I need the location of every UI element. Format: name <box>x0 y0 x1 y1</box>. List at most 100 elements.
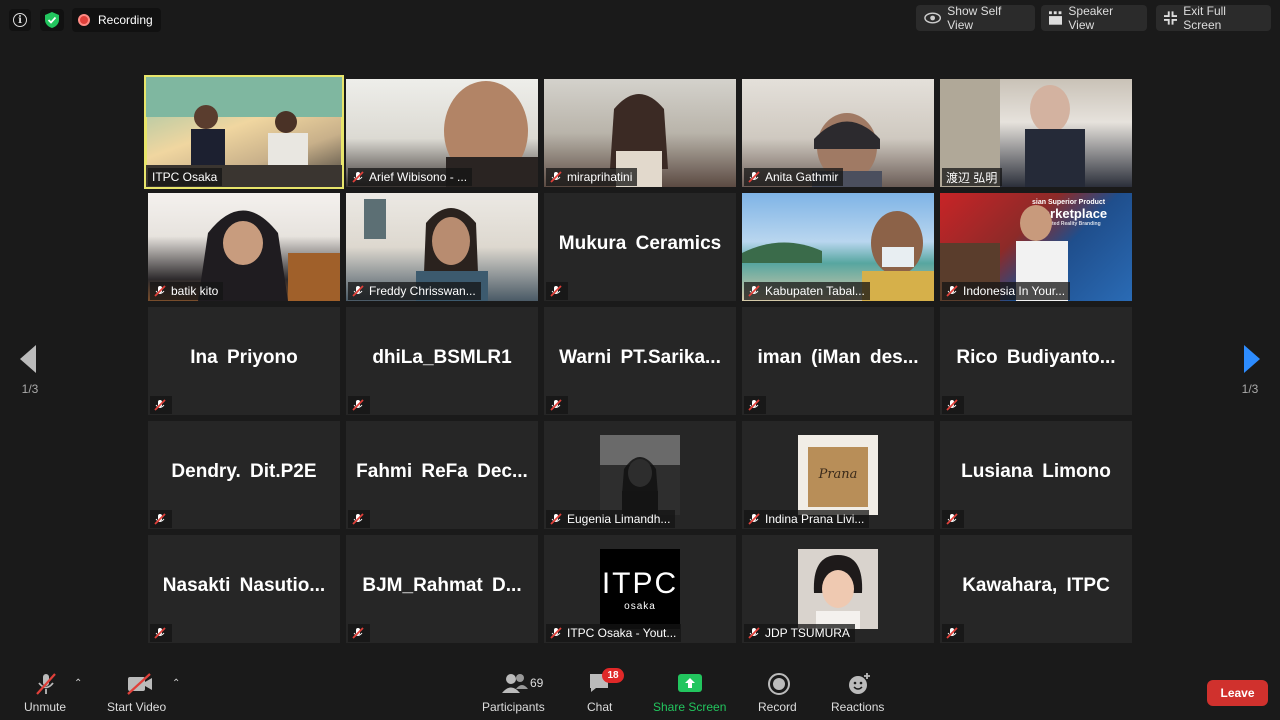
exit-full-screen-button[interactable]: Exit Full Screen <box>1156 4 1271 32</box>
participant-name-tag: ITPC Osaka - Yout... <box>546 624 682 642</box>
video-tile[interactable]: Arief Wibisono - ... <box>346 79 538 187</box>
recording-label: Recording <box>98 13 153 27</box>
muted-mic-icon <box>352 399 364 411</box>
muted-mic-icon <box>550 627 562 639</box>
participant-display-name: Kawahara, ITPC <box>962 575 1110 596</box>
eye-icon <box>924 12 942 24</box>
muted-mic-icon <box>748 627 760 639</box>
meeting-info-icon[interactable]: i <box>9 9 31 31</box>
speaker-view-icon <box>1049 11 1063 25</box>
video-tile[interactable]: dhiLa_BSMLR1 <box>346 307 538 415</box>
video-tile-itpc-osaka[interactable]: ITPC Osaka <box>144 75 344 189</box>
video-tile[interactable]: Eugenia Limandh... <box>544 421 736 529</box>
video-tile[interactable]: Ina Priyono <box>148 307 340 415</box>
participant-display-name: BJM_Rahmat D... <box>362 575 522 596</box>
muted-mic-icon <box>352 627 364 639</box>
video-tile[interactable]: iman (iMan des... <box>742 307 934 415</box>
microphone-muted-icon <box>36 673 56 695</box>
next-page-button[interactable]: 1/3 <box>1220 320 1280 410</box>
participants-button[interactable]: 69 Participants <box>480 660 550 720</box>
participants-icon <box>502 674 528 693</box>
recording-indicator[interactable]: Recording <box>72 8 161 32</box>
participant-name-tag: Kabupaten Tabal... <box>744 282 870 300</box>
chat-button[interactable]: 18 Chat <box>580 660 624 720</box>
reactions-button[interactable]: Reactions <box>828 660 888 720</box>
video-tile[interactable]: ITPC osaka ITPC Osaka - Yout... <box>544 535 736 643</box>
record-button[interactable]: Record <box>755 660 805 720</box>
video-tile[interactable]: Nasakti Nasutio... <box>148 535 340 643</box>
muted-mic-icon <box>748 399 760 411</box>
chevron-right-icon <box>1244 345 1260 373</box>
participant-name-tag: Freddy Chrisswan... <box>348 282 481 300</box>
video-tile[interactable]: Fahmi ReFa Dec... <box>346 421 538 529</box>
share-screen-arrow-icon <box>678 674 702 692</box>
participant-display-name: Rico Budiyanto... <box>956 347 1116 368</box>
previous-page-button[interactable]: 1/3 <box>0 320 60 410</box>
chat-unread-badge: 18 <box>602 668 624 683</box>
video-tile[interactable]: 渡辺 弘明 <box>940 79 1132 187</box>
video-tile[interactable]: Prana Indina Prana Livi... <box>742 421 934 529</box>
video-options-caret-icon[interactable]: ⌃ <box>172 678 180 689</box>
video-tile[interactable]: batik kito <box>148 193 340 301</box>
participant-name-tag: Arief Wibisono - ... <box>348 168 473 186</box>
top-bar: i Recording Show Self View Speaker View … <box>0 0 1280 40</box>
participant-display-name: Dendry. Dit.P2E <box>171 461 317 482</box>
participant-name-tag <box>150 624 172 642</box>
participant-name-tag: 渡辺 弘明 <box>942 168 1003 186</box>
chevron-left-icon <box>20 345 36 373</box>
video-tile[interactable]: sian Superior Product Marketplace Augmen… <box>940 193 1132 301</box>
video-tile[interactable]: Freddy Chrisswan... <box>346 193 538 301</box>
participant-display-name: Ina Priyono <box>190 347 298 368</box>
video-tile[interactable]: Kawahara, ITPC <box>940 535 1132 643</box>
muted-mic-icon <box>154 513 166 525</box>
video-camera-off-icon <box>127 673 152 695</box>
muted-mic-icon <box>550 513 562 525</box>
itpc-logo-text: ITPC <box>601 567 679 600</box>
muted-mic-icon <box>946 513 958 525</box>
video-tile[interactable]: miraprihatini <box>544 79 736 187</box>
page-indicator-right: 1/3 <box>1241 382 1259 396</box>
video-tile[interactable]: BJM_Rahmat D... <box>346 535 538 643</box>
show-self-view-button[interactable]: Show Self View <box>916 4 1035 32</box>
muted-mic-icon <box>550 285 562 297</box>
participant-name-tag: Eugenia Limandh... <box>546 510 676 528</box>
video-tile[interactable]: Lusiana Limono <box>940 421 1132 529</box>
participant-name-tag <box>744 396 766 414</box>
participant-name-tag: batik kito <box>150 282 224 300</box>
start-video-button[interactable]: Start Video <box>104 660 174 720</box>
muted-mic-icon <box>154 399 166 411</box>
participant-name-tag <box>546 282 568 300</box>
participant-name-tag <box>942 396 964 414</box>
participant-display-name: iman (iMan des... <box>757 347 919 368</box>
muted-mic-icon <box>946 627 958 639</box>
video-tile[interactable]: Kabupaten Tabal... <box>742 193 934 301</box>
profile-picture: Prana <box>798 435 878 515</box>
participant-name-tag <box>150 510 172 528</box>
participant-name-tag: Indonesia In Your... <box>942 282 1071 300</box>
muted-mic-icon <box>154 627 166 639</box>
leave-button[interactable]: Leave <box>1207 680 1268 706</box>
security-shield-icon[interactable] <box>40 9 64 31</box>
audio-options-caret-icon[interactable]: ⌃ <box>74 678 82 689</box>
speaker-view-button[interactable]: Speaker View <box>1041 4 1147 32</box>
muted-mic-icon <box>748 171 760 183</box>
participant-name-tag: JDP TSUMURA <box>744 624 855 642</box>
video-tile[interactable]: Mukura Ceramics <box>544 193 736 301</box>
video-tile[interactable]: Anita Gathmir <box>742 79 934 187</box>
video-tile[interactable]: JDP TSUMURA <box>742 535 934 643</box>
share-screen-button[interactable]: Share Screen <box>650 660 730 720</box>
unmute-button[interactable]: Unmute <box>16 660 76 720</box>
participant-name-tag <box>942 624 964 642</box>
profile-picture <box>798 549 878 629</box>
video-tile[interactable]: Rico Budiyanto... <box>940 307 1132 415</box>
muted-mic-icon <box>550 399 562 411</box>
muted-mic-icon <box>748 285 760 297</box>
participant-name-tag <box>942 510 964 528</box>
video-tile[interactable]: Warni PT.Sarika... <box>544 307 736 415</box>
video-tile[interactable]: Dendry. Dit.P2E <box>148 421 340 529</box>
smiley-plus-icon <box>849 673 870 694</box>
exit-fullscreen-icon <box>1164 11 1178 25</box>
participants-count: 69 <box>530 676 544 690</box>
muted-mic-icon <box>352 285 364 297</box>
muted-mic-icon <box>352 171 364 183</box>
